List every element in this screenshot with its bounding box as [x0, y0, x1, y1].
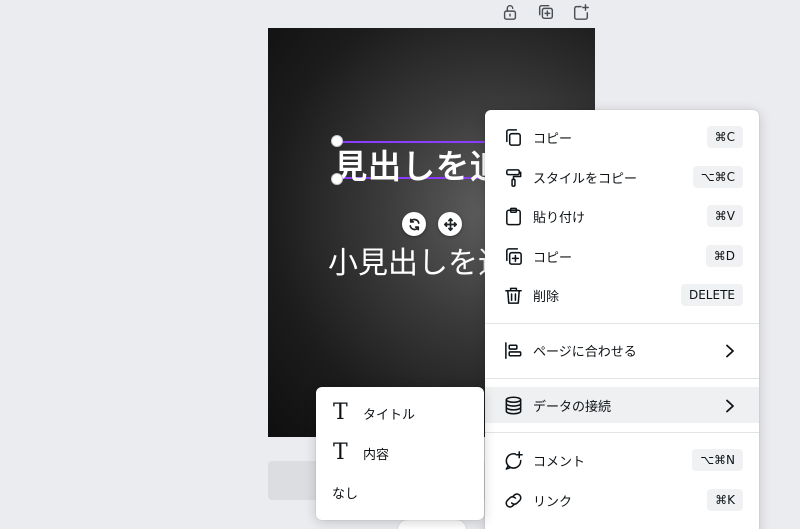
menu-item-link[interactable]: リンク ⌘K [485, 482, 759, 518]
submenu-item-label: タイトル [363, 407, 416, 423]
shortcut-badge: ⌘C [706, 126, 743, 148]
menu-item-paste[interactable]: 貼り付け ⌘V [485, 198, 759, 234]
submenu-item-none[interactable]: なし [316, 474, 484, 510]
submenu-item-content[interactable]: T 内容 [316, 435, 484, 471]
menu-item-copy[interactable]: コピー ⌘C [485, 119, 759, 155]
menu-item-label: 貼り付け [533, 210, 586, 226]
menu-item-label: リンク [533, 494, 573, 510]
clipboard-icon [502, 205, 524, 227]
trash-icon [502, 284, 524, 306]
copy-icon [502, 126, 524, 148]
shortcut-badge: ⌘D [705, 245, 743, 267]
menu-divider [485, 323, 759, 324]
menu-item-copy-style[interactable]: スタイルをコピー ⌥⌘C [485, 159, 759, 195]
add-page-icon[interactable] [571, 2, 591, 22]
menu-item-label: 削除 [533, 289, 560, 305]
move-icon[interactable] [438, 212, 462, 236]
menu-item-label: スタイルをコピー [533, 171, 638, 187]
text-icon: T [333, 400, 348, 425]
lock-icon[interactable] [500, 2, 520, 22]
rotate-icon[interactable] [402, 212, 426, 236]
data-connection-submenu: T タイトル T 内容 なし [316, 387, 484, 520]
menu-item-data-connection[interactable]: データの接続 [485, 387, 759, 423]
duplicate-page-icon[interactable] [536, 2, 556, 22]
context-menu: コピー ⌘C スタイルをコピー ⌥⌘C 貼り付け ⌘V コピー ⌘D 削除 DE… [485, 110, 759, 529]
resize-handle-top-left[interactable] [331, 135, 343, 147]
menu-item-label: コピー [533, 250, 573, 266]
chevron-right-icon [723, 398, 737, 413]
comment-icon [502, 449, 524, 471]
align-to-page-icon [502, 339, 524, 361]
submenu-item-label: 内容 [363, 447, 390, 463]
shortcut-badge: ⌥⌘C [692, 166, 743, 188]
resize-handle-bottom-left[interactable] [331, 173, 343, 185]
page-notes-pill[interactable] [398, 520, 466, 529]
menu-item-duplicate[interactable]: コピー ⌘D [485, 238, 759, 274]
duplicate-icon [502, 245, 524, 267]
menu-item-align-to-page[interactable]: ページに合わせる [485, 332, 759, 368]
link-icon [502, 489, 524, 511]
menu-item-label: コメント [533, 454, 586, 470]
menu-item-label: ページに合わせる [533, 344, 637, 360]
text-icon: T [333, 440, 348, 465]
shortcut-badge: ⌥⌘N [692, 449, 743, 471]
submenu-item-label: なし [332, 486, 359, 502]
menu-item-label: コピー [533, 131, 573, 147]
menu-divider [485, 378, 759, 379]
shortcut-badge: DELETE [680, 284, 743, 306]
database-icon [502, 394, 524, 416]
paint-roller-icon [502, 166, 524, 188]
shortcut-badge: ⌘V [706, 205, 743, 227]
menu-item-label: データの接続 [533, 399, 612, 415]
menu-item-comment[interactable]: コメント ⌥⌘N [485, 442, 759, 478]
submenu-item-title[interactable]: T タイトル [316, 395, 484, 431]
menu-divider [485, 432, 759, 433]
chevron-right-icon [723, 343, 737, 358]
shortcut-badge: ⌘K [707, 489, 743, 511]
menu-item-delete[interactable]: 削除 DELETE [485, 277, 759, 313]
